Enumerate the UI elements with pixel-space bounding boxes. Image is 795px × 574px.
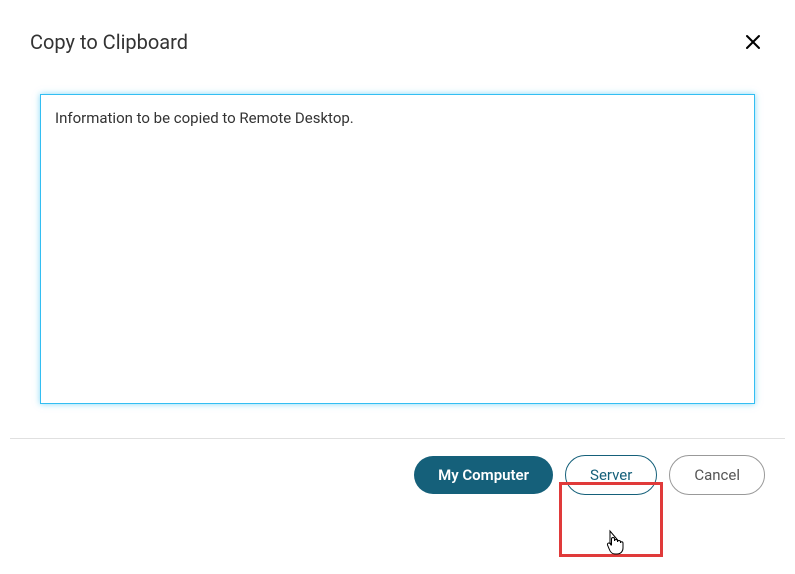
pointer-cursor-icon bbox=[603, 529, 625, 559]
dialog-header: Copy to Clipboard bbox=[0, 0, 795, 54]
server-button[interactable]: Server bbox=[565, 455, 657, 495]
clipboard-textarea[interactable] bbox=[40, 94, 755, 404]
cancel-button[interactable]: Cancel bbox=[669, 455, 765, 495]
button-bar: My Computer Server Cancel bbox=[0, 439, 795, 515]
my-computer-button[interactable]: My Computer bbox=[414, 456, 553, 494]
content-area bbox=[0, 54, 795, 438]
dialog-title: Copy to Clipboard bbox=[30, 30, 188, 54]
close-button[interactable] bbox=[741, 30, 765, 54]
